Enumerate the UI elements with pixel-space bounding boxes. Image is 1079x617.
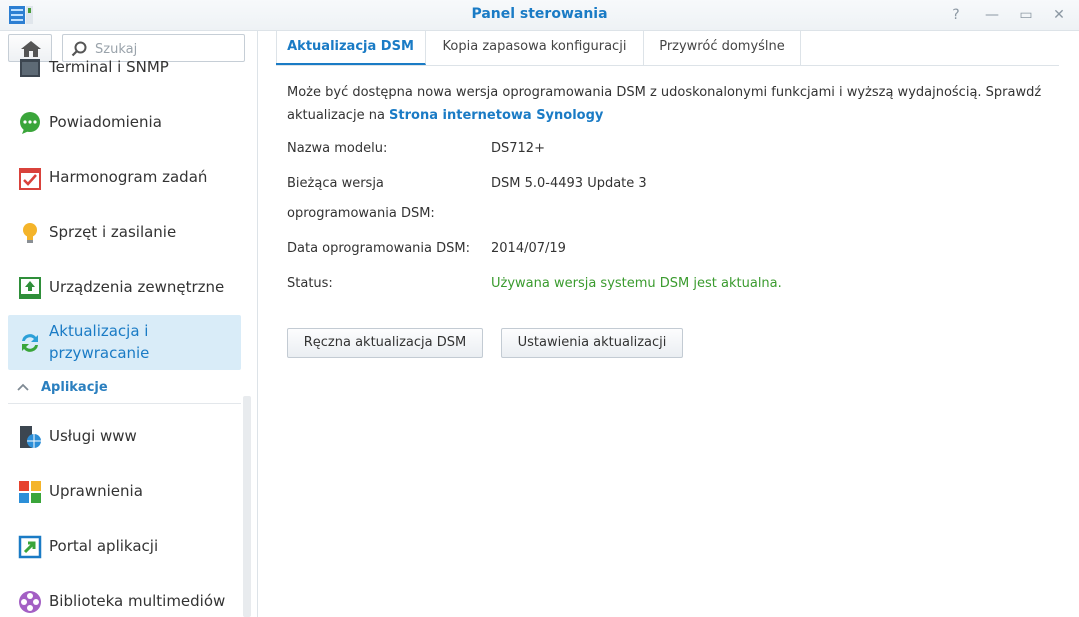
close-button[interactable]: ✕ xyxy=(1049,5,1069,25)
lightbulb-icon xyxy=(23,223,37,243)
model-name-label: Nazwa modelu: xyxy=(287,141,388,156)
privileges-icon xyxy=(19,481,41,503)
tab-config-backup[interactable]: Kopia zapasowa konfiguracji xyxy=(426,31,644,65)
dsm-date-value: 2014/07/19 xyxy=(491,241,566,256)
sidebar-item-task-scheduler[interactable]: Harmonogram zadań xyxy=(8,153,241,203)
title-bar: Panel sterowania ? — ▭ ✕ xyxy=(0,0,1079,31)
sidebar-item-external-devices[interactable]: Urządzenia zewnętrzne xyxy=(8,263,241,313)
sidebar-item-terminal[interactable]: Terminal i SNMP xyxy=(8,43,241,93)
minimize-button[interactable]: — xyxy=(982,5,1002,25)
current-version-value: DSM 5.0-4493 Update 3 xyxy=(491,176,647,191)
tab-dsm-update[interactable]: Aktualizacja DSM xyxy=(276,31,426,65)
section-applications[interactable]: Aplikacje xyxy=(8,373,241,404)
maximize-button[interactable]: ▭ xyxy=(1016,5,1036,25)
update-description: Może być dostępna nowa wersja oprogramow… xyxy=(287,85,1042,123)
window-title: Panel sterowania xyxy=(471,6,608,22)
chevron-up-icon xyxy=(17,383,29,391)
current-version-label-2: oprogramowania DSM: xyxy=(287,206,435,221)
media-library-icon xyxy=(19,591,41,613)
sidebar-item-notifications[interactable]: Powiadomienia xyxy=(8,98,241,148)
web-services-icon xyxy=(20,426,41,448)
sidebar-item-media-library[interactable]: Biblioteka multimediów xyxy=(8,577,241,617)
status-label: Status: xyxy=(287,276,333,291)
manual-dsm-update-button[interactable]: Ręczna aktualizacja DSM xyxy=(287,328,483,358)
external-device-icon xyxy=(19,277,41,299)
tab-bar: Aktualizacja DSM Kopia zapasowa konfigur… xyxy=(276,31,1059,66)
synology-website-link[interactable]: Strona internetowa Synology xyxy=(389,108,603,123)
sidebar-item-application-portal[interactable]: Portal aplikacji xyxy=(8,522,241,572)
application-portal-icon xyxy=(18,535,42,559)
terminal-icon xyxy=(20,59,40,77)
sidebar: Terminal i SNMP Powiadomienia Harmonogra… xyxy=(0,31,258,617)
sidebar-item-update-restore[interactable]: Aktualizacja i przywracanie xyxy=(8,315,241,370)
refresh-arrows-icon xyxy=(22,334,38,352)
status-value: Używana wersja systemu DSM jest aktualna… xyxy=(491,276,782,291)
help-button[interactable]: ? xyxy=(946,5,966,25)
current-version-label: Bieżąca wersja xyxy=(287,176,384,191)
chat-bubble-icon xyxy=(20,112,40,134)
main-panel: Aktualizacja DSM Kopia zapasowa konfigur… xyxy=(258,31,1079,617)
model-name-value: DS712+ xyxy=(491,141,545,156)
dsm-date-label: Data oprogramowania DSM: xyxy=(287,241,470,256)
sidebar-item-privileges[interactable]: Uprawnienia xyxy=(8,467,241,517)
update-settings-button[interactable]: Ustawienia aktualizacji xyxy=(501,328,683,358)
tab-restore-defaults[interactable]: Przywróć domyślne xyxy=(644,31,801,65)
calendar-check-icon xyxy=(19,168,41,190)
sidebar-item-web-services[interactable]: Usługi www xyxy=(8,412,241,462)
sidebar-item-hardware-power[interactable]: Sprzęt i zasilanie xyxy=(8,208,241,258)
sidebar-scrollbar[interactable] xyxy=(243,396,251,617)
